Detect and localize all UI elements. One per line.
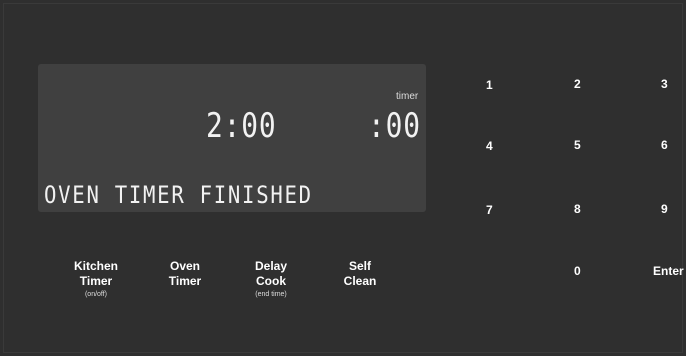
kitchen-timer-sublabel: (on/off) — [84, 291, 108, 298]
key-6[interactable]: 6 — [661, 138, 668, 152]
key-3[interactable]: 3 — [661, 77, 668, 91]
kitchen-timer-button[interactable]: Kitchen Timer (on/off) — [56, 259, 136, 300]
self-clean-button[interactable]: Self Clean — [320, 259, 400, 289]
kitchen-timer-label-line1: Kitchen — [73, 259, 118, 273]
delay-cook-sublabel: (end time) — [255, 291, 287, 298]
oven-control-panel: 2:00 timer :00 OVEN TIMER FINISHED 1 2 3… — [0, 0, 686, 356]
key-5[interactable]: 5 — [574, 138, 581, 152]
delay-cook-label-line2: Cook — [256, 274, 286, 288]
oven-timer-button[interactable]: Oven Timer — [145, 259, 225, 289]
status-message: OVEN TIMER FINISHED — [44, 181, 313, 209]
key-9[interactable]: 9 — [661, 202, 668, 216]
timer-label: timer — [396, 91, 419, 102]
key-0[interactable]: 0 — [574, 264, 581, 278]
self-clean-label-line2: Clean — [343, 274, 377, 288]
lcd-display: 2:00 timer :00 OVEN TIMER FINISHED — [38, 64, 426, 212]
enter-button[interactable]: Enter — [653, 264, 684, 278]
kitchen-timer-label-line2: Timer — [79, 274, 113, 288]
key-2[interactable]: 2 — [574, 77, 581, 91]
key-7[interactable]: 7 — [486, 203, 493, 217]
key-4[interactable]: 4 — [486, 139, 493, 153]
delay-cook-label-line1: Delay — [254, 259, 288, 273]
self-clean-label-line1: Self — [348, 259, 371, 273]
key-1[interactable]: 1 — [486, 78, 493, 92]
oven-timer-label-line2: Timer — [168, 274, 202, 288]
clock-readout: 2:00 — [206, 106, 277, 146]
key-8[interactable]: 8 — [574, 202, 581, 216]
oven-timer-label-line1: Oven — [169, 259, 200, 273]
delay-cook-button[interactable]: Delay Cook (end time) — [231, 259, 311, 300]
timer-readout: :00 — [368, 106, 421, 146]
